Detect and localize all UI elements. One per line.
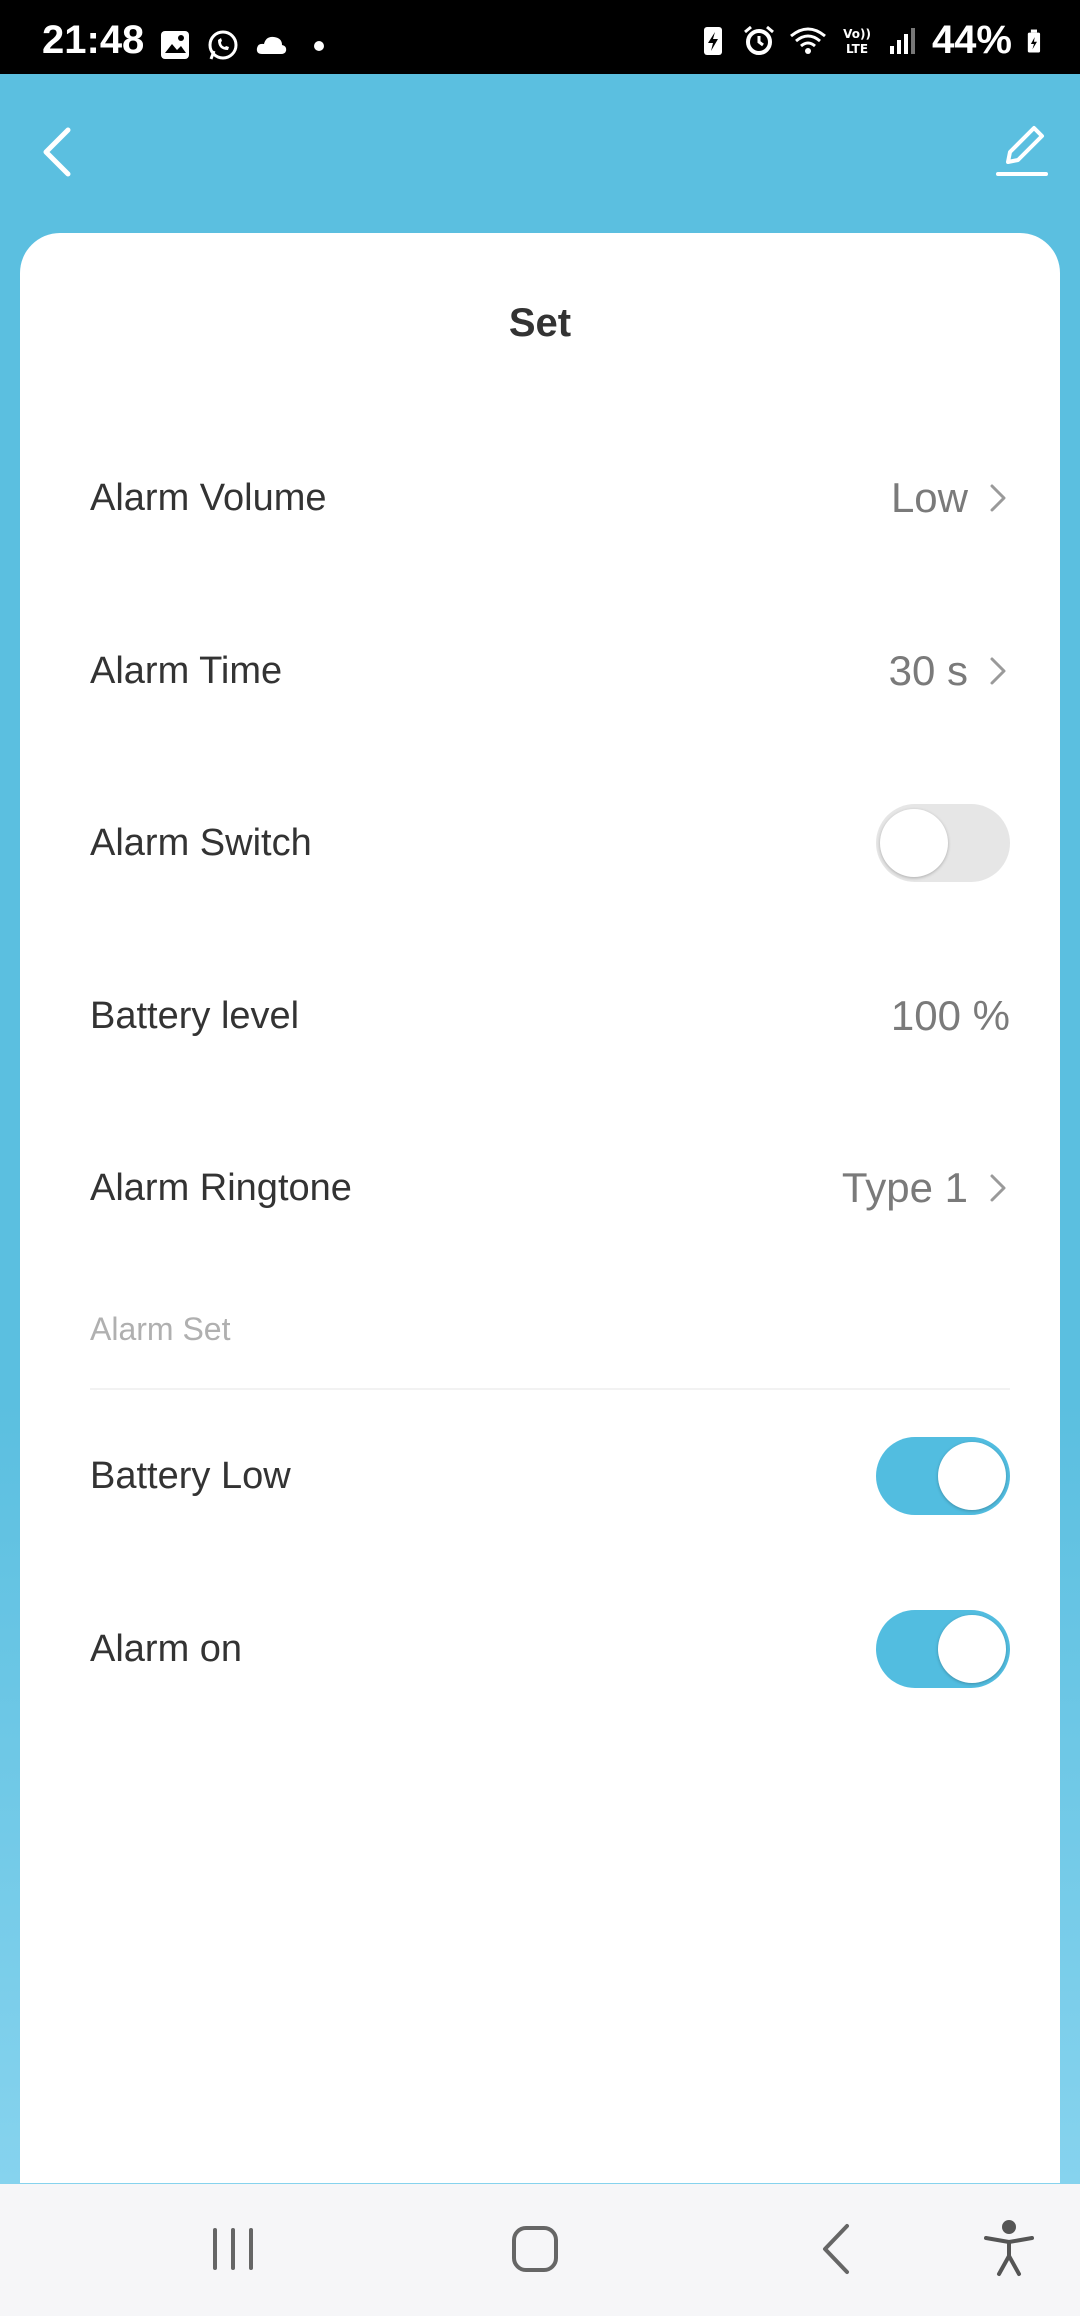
status-right: Vo)) LTE 44% [696, 18, 1050, 63]
recent-apps-icon [213, 2228, 253, 2270]
alarm-on-toggle[interactable] [876, 1610, 1010, 1688]
toggle-knob [938, 1442, 1006, 1510]
dot-icon [314, 41, 324, 51]
alarm-switch-toggle[interactable] [876, 804, 1010, 882]
home-icon [512, 2226, 558, 2272]
back-button[interactable] [34, 122, 82, 182]
alarm-time-row[interactable]: Alarm Time 30 s [90, 621, 1010, 721]
alarm-icon [743, 25, 774, 55]
page-title: Set [508, 301, 572, 345]
pencil-icon [996, 126, 1048, 176]
whatsapp-icon [208, 30, 238, 60]
battery-level-value: 100 % [890, 992, 1010, 1039]
row-label: Battery level [90, 994, 300, 1037]
edit-button[interactable] [994, 122, 1050, 180]
alarm-switch-row: Alarm Switch [90, 793, 1010, 893]
volte-icon: Vo)) LTE [843, 27, 871, 56]
alarm-time-value: 30 s [888, 647, 968, 694]
status-time: 21:48 [42, 18, 145, 62]
system-nav-bar [0, 2184, 1080, 2316]
svg-text:LTE: LTE [846, 42, 868, 56]
row-label: Alarm Volume [90, 476, 327, 519]
back-nav-button[interactable] [803, 2214, 873, 2284]
recent-apps-button[interactable] [198, 2214, 268, 2284]
back-icon [823, 2224, 849, 2274]
home-button[interactable] [500, 2214, 570, 2284]
section-divider [90, 1388, 1010, 1390]
signal-icon [889, 27, 915, 54]
accessibility-icon [984, 2220, 1034, 2276]
chevron-right-icon [990, 657, 1006, 685]
battery-saver-icon [703, 26, 722, 55]
status-bar: 21:48 Vo)) LTE 44% [0, 0, 1080, 74]
alarm-ringtone-value: Type 1 [841, 1164, 968, 1211]
row-label: Alarm Switch [90, 821, 312, 864]
cloud-icon [256, 36, 287, 54]
row-label: Alarm on [90, 1627, 243, 1670]
battery-icon [1027, 29, 1041, 52]
app-header [0, 74, 1080, 234]
row-label: Battery Low [90, 1454, 291, 1497]
battery-level-row: Battery level 100 % [90, 966, 1010, 1066]
accessibility-button[interactable] [974, 2214, 1044, 2284]
section-label-alarm-set: Alarm Set [90, 1311, 231, 1347]
status-left-icons [158, 28, 336, 62]
battery-percent: 44% [931, 18, 1012, 62]
gallery-icon [161, 31, 189, 59]
toggle-knob [938, 1615, 1006, 1683]
alarm-on-row: Alarm on [90, 1599, 1010, 1699]
chevron-left-icon [43, 127, 71, 177]
wifi-icon [789, 27, 826, 54]
settings-card: Set Alarm Volume Low Alarm Time 30 s Ala… [20, 233, 1060, 2183]
alarm-ringtone-row[interactable]: Alarm Ringtone Type 1 [90, 1138, 1010, 1238]
row-label: Alarm Time [90, 649, 283, 692]
row-label: Alarm Ringtone [90, 1166, 352, 1209]
chevron-right-icon [990, 1174, 1006, 1202]
battery-low-toggle[interactable] [876, 1437, 1010, 1515]
toggle-knob [880, 809, 948, 877]
alarm-volume-value: Low [890, 474, 968, 521]
chevron-right-icon [990, 484, 1006, 512]
alarm-volume-row[interactable]: Alarm Volume Low [90, 448, 1010, 548]
svg-text:Vo)): Vo)) [843, 27, 871, 41]
battery-low-row: Battery Low [90, 1426, 1010, 1526]
